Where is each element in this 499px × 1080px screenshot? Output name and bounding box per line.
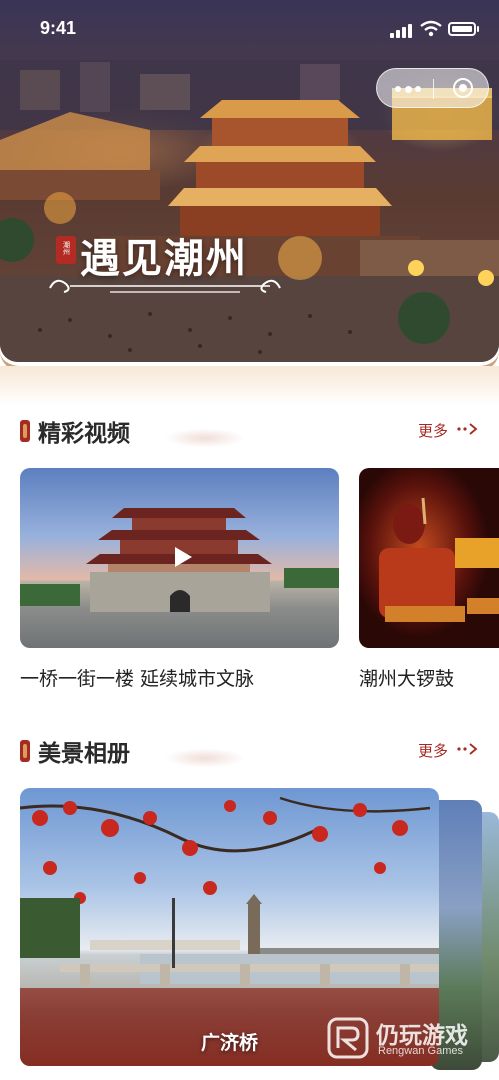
section-header-gallery: 美景相册 更多 [0, 730, 499, 774]
status-time: 9:41 [40, 18, 77, 38]
section-marker-icon [20, 740, 30, 762]
cloud-swirl-ornament [49, 279, 281, 293]
hero-fade [0, 366, 499, 406]
battery-tip [477, 26, 479, 32]
play-icon[interactable] [169, 544, 195, 570]
battery-icon [448, 22, 476, 36]
signal-icon [390, 24, 412, 38]
video-caption-1[interactable]: 一桥一街一楼 延续城市文脉 [20, 664, 254, 691]
hero-seal-text: 潮州 [62, 241, 71, 255]
video-card-2[interactable] [359, 468, 499, 648]
status-bar: 9:41 [0, 0, 499, 56]
cloud-decoration [150, 424, 260, 448]
section-marker-icon [20, 420, 30, 442]
watermark-logo-icon [327, 1017, 369, 1059]
hero-seal: 潮州 [56, 236, 76, 264]
wifi-icon [420, 20, 442, 37]
gallery-more-link[interactable]: 更多 [418, 740, 448, 761]
section-title-videos: 精彩视频 [38, 420, 130, 447]
section-header-videos: 精彩视频 更多 [0, 410, 499, 454]
dots-chevron-icon[interactable] [456, 742, 480, 756]
watermark-subtitle: Rengwan Games [378, 1045, 463, 1057]
cloud-decoration [150, 744, 260, 768]
more-dots-icon[interactable] [395, 85, 421, 93]
video-caption-2[interactable]: 潮州大锣鼓 [359, 664, 454, 691]
dots-chevron-icon[interactable] [456, 422, 480, 436]
section-title-gallery: 美景相册 [38, 740, 130, 767]
mini-program-capsule [376, 68, 489, 108]
videos-more-link[interactable]: 更多 [418, 420, 448, 441]
close-target-icon[interactable] [453, 78, 473, 98]
video-thumbnail-drummer [379, 497, 499, 622]
capsule-divider [433, 79, 434, 99]
hero-banner: 9:41 潮州 遇见潮州 [0, 0, 499, 362]
